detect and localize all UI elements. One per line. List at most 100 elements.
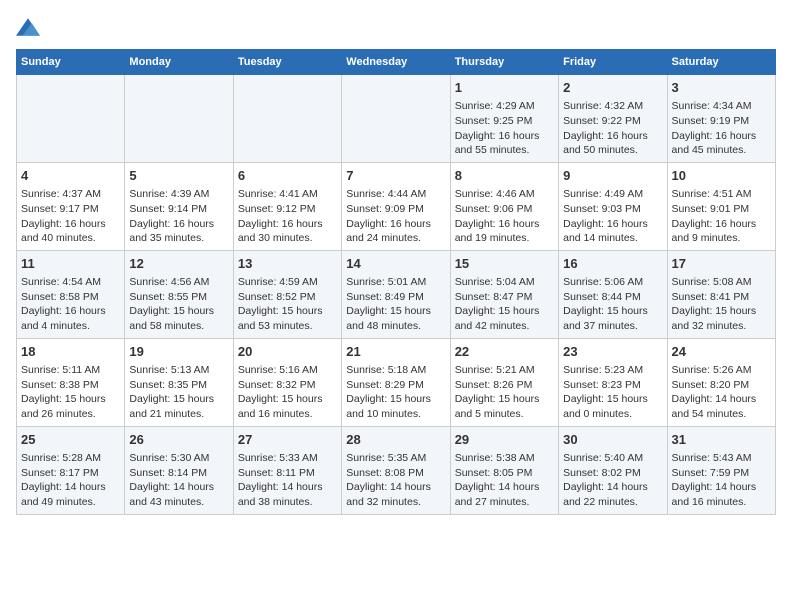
cell-info: Sunrise: 5:13 AM Sunset: 8:35 PM Dayligh… bbox=[129, 363, 228, 422]
cell-info: Sunrise: 5:30 AM Sunset: 8:14 PM Dayligh… bbox=[129, 451, 228, 510]
calendar-cell: 19 Sunrise: 5:13 AM Sunset: 8:35 PM Dayli… bbox=[125, 338, 233, 426]
calendar-cell: 5 Sunrise: 4:39 AM Sunset: 9:14 PM Daylig… bbox=[125, 162, 233, 250]
calendar-cell bbox=[125, 75, 233, 163]
day-number: 25 bbox=[21, 431, 120, 449]
cell-info: Sunrise: 4:46 AM Sunset: 9:06 PM Dayligh… bbox=[455, 187, 554, 246]
cell-info: Sunrise: 5:43 AM Sunset: 7:59 PM Dayligh… bbox=[672, 451, 771, 510]
calendar-cell: 13 Sunrise: 4:59 AM Sunset: 8:52 PM Dayli… bbox=[233, 250, 341, 338]
week-row-2: 4 Sunrise: 4:37 AM Sunset: 9:17 PM Daylig… bbox=[17, 162, 776, 250]
day-number: 18 bbox=[21, 343, 120, 361]
calendar-body: 1Sunrise: 4:29 AM Sunset: 9:25 PM Daylig… bbox=[17, 75, 776, 515]
day-number: 22 bbox=[455, 343, 554, 361]
logo-icon bbox=[16, 18, 40, 36]
calendar-cell: 7 Sunrise: 4:44 AM Sunset: 9:09 PM Daylig… bbox=[342, 162, 450, 250]
calendar-cell: 9 Sunrise: 4:49 AM Sunset: 9:03 PM Daylig… bbox=[559, 162, 667, 250]
calendar-cell: 4 Sunrise: 4:37 AM Sunset: 9:17 PM Daylig… bbox=[17, 162, 125, 250]
day-number: 23 bbox=[563, 343, 662, 361]
cell-info: Sunrise: 5:04 AM Sunset: 8:47 PM Dayligh… bbox=[455, 275, 554, 334]
calendar-cell: 1Sunrise: 4:29 AM Sunset: 9:25 PM Daylig… bbox=[450, 75, 558, 163]
day-number: 16 bbox=[563, 255, 662, 273]
calendar-cell: 20 Sunrise: 5:16 AM Sunset: 8:32 PM Dayli… bbox=[233, 338, 341, 426]
calendar-cell: 29Sunrise: 5:38 AM Sunset: 8:05 PM Dayli… bbox=[450, 426, 558, 514]
cell-info: Sunrise: 4:41 AM Sunset: 9:12 PM Dayligh… bbox=[238, 187, 337, 246]
day-number: 26 bbox=[129, 431, 228, 449]
col-header-saturday: Saturday bbox=[667, 50, 775, 75]
cell-info: Sunrise: 4:59 AM Sunset: 8:52 PM Dayligh… bbox=[238, 275, 337, 334]
calendar-cell bbox=[17, 75, 125, 163]
cell-info: Sunrise: 5:28 AM Sunset: 8:17 PM Dayligh… bbox=[21, 451, 120, 510]
day-number: 4 bbox=[21, 167, 120, 185]
cell-info: Sunrise: 5:16 AM Sunset: 8:32 PM Dayligh… bbox=[238, 363, 337, 422]
calendar-cell: 21 Sunrise: 5:18 AM Sunset: 8:29 PM Dayli… bbox=[342, 338, 450, 426]
calendar-cell: 30Sunrise: 5:40 AM Sunset: 8:02 PM Dayli… bbox=[559, 426, 667, 514]
calendar-cell: 15Sunrise: 5:04 AM Sunset: 8:47 PM Dayli… bbox=[450, 250, 558, 338]
cell-info: Sunrise: 4:56 AM Sunset: 8:55 PM Dayligh… bbox=[129, 275, 228, 334]
day-number: 27 bbox=[238, 431, 337, 449]
day-number: 7 bbox=[346, 167, 445, 185]
cell-info: Sunrise: 5:01 AM Sunset: 8:49 PM Dayligh… bbox=[346, 275, 445, 334]
calendar-cell: 25 Sunrise: 5:28 AM Sunset: 8:17 PM Dayli… bbox=[17, 426, 125, 514]
day-number: 5 bbox=[129, 167, 228, 185]
calendar-cell: 10 Sunrise: 4:51 AM Sunset: 9:01 PM Dayli… bbox=[667, 162, 775, 250]
cell-info: Sunrise: 5:08 AM Sunset: 8:41 PM Dayligh… bbox=[672, 275, 771, 334]
calendar-cell bbox=[342, 75, 450, 163]
calendar-cell: 12 Sunrise: 4:56 AM Sunset: 8:55 PM Dayli… bbox=[125, 250, 233, 338]
cell-info: Sunrise: 5:18 AM Sunset: 8:29 PM Dayligh… bbox=[346, 363, 445, 422]
col-header-thursday: Thursday bbox=[450, 50, 558, 75]
col-header-friday: Friday bbox=[559, 50, 667, 75]
cell-info: Sunrise: 4:49 AM Sunset: 9:03 PM Dayligh… bbox=[563, 187, 662, 246]
calendar-cell: 24 Sunrise: 5:26 AM Sunset: 8:20 PM Dayli… bbox=[667, 338, 775, 426]
header-row: SundayMondayTuesdayWednesdayThursdayFrid… bbox=[17, 50, 776, 75]
calendar-cell: 2 Sunrise: 4:32 AM Sunset: 9:22 PM Daylig… bbox=[559, 75, 667, 163]
cell-info: Sunrise: 5:11 AM Sunset: 8:38 PM Dayligh… bbox=[21, 363, 120, 422]
day-number: 6 bbox=[238, 167, 337, 185]
cell-info: Sunrise: 5:33 AM Sunset: 8:11 PM Dayligh… bbox=[238, 451, 337, 510]
day-number: 3 bbox=[672, 79, 771, 97]
day-number: 24 bbox=[672, 343, 771, 361]
day-number: 21 bbox=[346, 343, 445, 361]
cell-info: Sunrise: 4:54 AM Sunset: 8:58 PM Dayligh… bbox=[21, 275, 120, 334]
logo bbox=[16, 16, 44, 37]
calendar-cell: 27 Sunrise: 5:33 AM Sunset: 8:11 PM Dayli… bbox=[233, 426, 341, 514]
cell-info: Sunrise: 5:06 AM Sunset: 8:44 PM Dayligh… bbox=[563, 275, 662, 334]
day-number: 19 bbox=[129, 343, 228, 361]
day-number: 10 bbox=[672, 167, 771, 185]
day-number: 31 bbox=[672, 431, 771, 449]
calendar-header: SundayMondayTuesdayWednesdayThursdayFrid… bbox=[17, 50, 776, 75]
day-number: 8 bbox=[455, 167, 554, 185]
week-row-4: 18 Sunrise: 5:11 AM Sunset: 8:38 PM Dayli… bbox=[17, 338, 776, 426]
cell-info: Sunrise: 4:39 AM Sunset: 9:14 PM Dayligh… bbox=[129, 187, 228, 246]
calendar-cell: 6 Sunrise: 4:41 AM Sunset: 9:12 PM Daylig… bbox=[233, 162, 341, 250]
cell-info: Sunrise: 4:32 AM Sunset: 9:22 PM Dayligh… bbox=[563, 99, 662, 158]
calendar-cell: 23 Sunrise: 5:23 AM Sunset: 8:23 PM Dayli… bbox=[559, 338, 667, 426]
day-number: 9 bbox=[563, 167, 662, 185]
week-row-1: 1Sunrise: 4:29 AM Sunset: 9:25 PM Daylig… bbox=[17, 75, 776, 163]
cell-info: Sunrise: 4:44 AM Sunset: 9:09 PM Dayligh… bbox=[346, 187, 445, 246]
calendar-cell: 22Sunrise: 5:21 AM Sunset: 8:26 PM Dayli… bbox=[450, 338, 558, 426]
day-number: 2 bbox=[563, 79, 662, 97]
day-number: 29 bbox=[455, 431, 554, 449]
cell-info: Sunrise: 4:29 AM Sunset: 9:25 PM Dayligh… bbox=[455, 99, 554, 158]
cell-info: Sunrise: 5:23 AM Sunset: 8:23 PM Dayligh… bbox=[563, 363, 662, 422]
day-number: 30 bbox=[563, 431, 662, 449]
day-number: 20 bbox=[238, 343, 337, 361]
col-header-tuesday: Tuesday bbox=[233, 50, 341, 75]
cell-info: Sunrise: 5:26 AM Sunset: 8:20 PM Dayligh… bbox=[672, 363, 771, 422]
week-row-5: 25 Sunrise: 5:28 AM Sunset: 8:17 PM Dayli… bbox=[17, 426, 776, 514]
col-header-sunday: Sunday bbox=[17, 50, 125, 75]
day-number: 17 bbox=[672, 255, 771, 273]
cell-info: Sunrise: 5:35 AM Sunset: 8:08 PM Dayligh… bbox=[346, 451, 445, 510]
calendar-cell: 18 Sunrise: 5:11 AM Sunset: 8:38 PM Dayli… bbox=[17, 338, 125, 426]
calendar-cell: 26 Sunrise: 5:30 AM Sunset: 8:14 PM Dayli… bbox=[125, 426, 233, 514]
day-number: 28 bbox=[346, 431, 445, 449]
cell-info: Sunrise: 4:37 AM Sunset: 9:17 PM Dayligh… bbox=[21, 187, 120, 246]
day-number: 12 bbox=[129, 255, 228, 273]
calendar-cell: 31 Sunrise: 5:43 AM Sunset: 7:59 PM Dayli… bbox=[667, 426, 775, 514]
day-number: 13 bbox=[238, 255, 337, 273]
calendar-cell: 14Sunrise: 5:01 AM Sunset: 8:49 PM Dayli… bbox=[342, 250, 450, 338]
cell-info: Sunrise: 4:34 AM Sunset: 9:19 PM Dayligh… bbox=[672, 99, 771, 158]
cell-info: Sunrise: 4:51 AM Sunset: 9:01 PM Dayligh… bbox=[672, 187, 771, 246]
calendar-cell: 3 Sunrise: 4:34 AM Sunset: 9:19 PM Daylig… bbox=[667, 75, 775, 163]
calendar-cell: 8 Sunrise: 4:46 AM Sunset: 9:06 PM Daylig… bbox=[450, 162, 558, 250]
calendar-table: SundayMondayTuesdayWednesdayThursdayFrid… bbox=[16, 49, 776, 515]
